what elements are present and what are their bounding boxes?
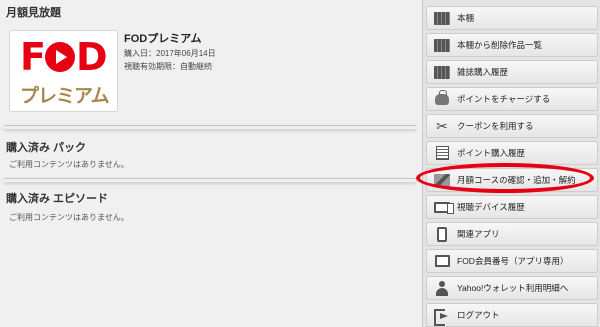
menu-item-label: Yahoo!ウォレット利用明細へ <box>457 283 569 293</box>
menu-item-label: ポイント購入履歴 <box>457 148 526 158</box>
episode-section-title: 購入済み エピソード <box>6 193 109 205</box>
menu-item-member-number[interactable]: FOD会員番号（アプリ専用） <box>426 249 598 273</box>
menu-item-deleted-list[interactable]: 本棚から削除作品一覧 <box>426 33 598 57</box>
menu-item-label: 関連アプリ <box>457 229 500 239</box>
menu-item-label: 本棚 <box>457 13 475 23</box>
magazine-icon <box>431 63 453 81</box>
menu-item-label: 本棚から削除作品一覧 <box>457 40 543 50</box>
section-divider <box>4 178 416 182</box>
menu-item-logout[interactable]: ログアウト <box>426 303 598 327</box>
monthly-section-title: 月額見放題 <box>6 7 61 19</box>
menu-item-monthly-course[interactable]: 月額コースの確認・追加・解約 <box>426 168 598 192</box>
smartphone-icon <box>431 225 453 243</box>
menu-item-magazine-history[interactable]: 雑誌購入履歴 <box>426 60 598 84</box>
sidebar-menu: 本棚 本棚から削除作品一覧 雑誌購入履歴 ポイントをチャージする ✂ クーポンを… <box>422 0 600 327</box>
menu-item-point-history[interactable]: ポイント購入履歴 <box>426 141 598 165</box>
menu-item-yahoo-wallet[interactable]: Yahoo!ウォレット利用明細へ <box>426 276 598 300</box>
logout-icon <box>431 306 453 326</box>
menu-item-label: FOD会員番号（アプリ専用） <box>457 256 569 266</box>
menu-item-bookshelf[interactable]: 本棚 <box>426 6 598 30</box>
menu-item-label: クーポンを利用する <box>457 121 534 131</box>
scissors-icon: ✂ <box>436 118 448 134</box>
pack-empty-message: ご利用コンテンツはありません。 <box>9 160 129 169</box>
menu-item-label: ログアウト <box>457 310 500 320</box>
pack-section-title: 購入済み パック <box>6 142 87 154</box>
devices-icon <box>431 198 454 216</box>
main-content: 月額見放題 FD プレミアム FODプレミアム 購入日：2017年06月14日 … <box>0 0 422 327</box>
menu-item-label: 雑誌購入履歴 <box>457 67 509 77</box>
menu-item-label: ポイントをチャージする <box>457 94 551 104</box>
person-icon <box>431 279 453 297</box>
fod-logo-text: FD <box>20 35 108 79</box>
premium-logo-text: プレミアム <box>20 85 110 107</box>
episode-empty-message: ご利用コンテンツはありません。 <box>9 213 129 222</box>
menu-item-device-history[interactable]: 視聴デバイス履歴 <box>426 195 598 219</box>
section-divider <box>4 125 416 129</box>
menu-item-label: 視聴デバイス履歴 <box>457 202 525 212</box>
bookshelf-icon <box>431 9 453 27</box>
coin-bag-icon <box>431 89 453 108</box>
purchase-date: 購入日：2017年06月14日 <box>124 49 216 58</box>
clapper-icon <box>431 171 453 189</box>
bookshelf-icon <box>431 36 453 54</box>
fod-premium-logo[interactable]: FD プレミアム <box>9 30 118 112</box>
play-icon <box>44 42 75 72</box>
menu-item-label: 月額コースの確認・追加・解約 <box>457 175 576 185</box>
validity-period: 視聴有効期限：自動継続 <box>124 62 212 71</box>
menu-item-charge-points[interactable]: ポイントをチャージする <box>426 87 598 111</box>
list-icon <box>431 144 453 162</box>
menu-item-use-coupon[interactable]: ✂ クーポンを利用する <box>426 114 598 138</box>
product-name: FODプレミアム <box>124 33 202 45</box>
menu-item-related-apps[interactable]: 関連アプリ <box>426 222 598 246</box>
member-card-icon <box>431 252 453 270</box>
